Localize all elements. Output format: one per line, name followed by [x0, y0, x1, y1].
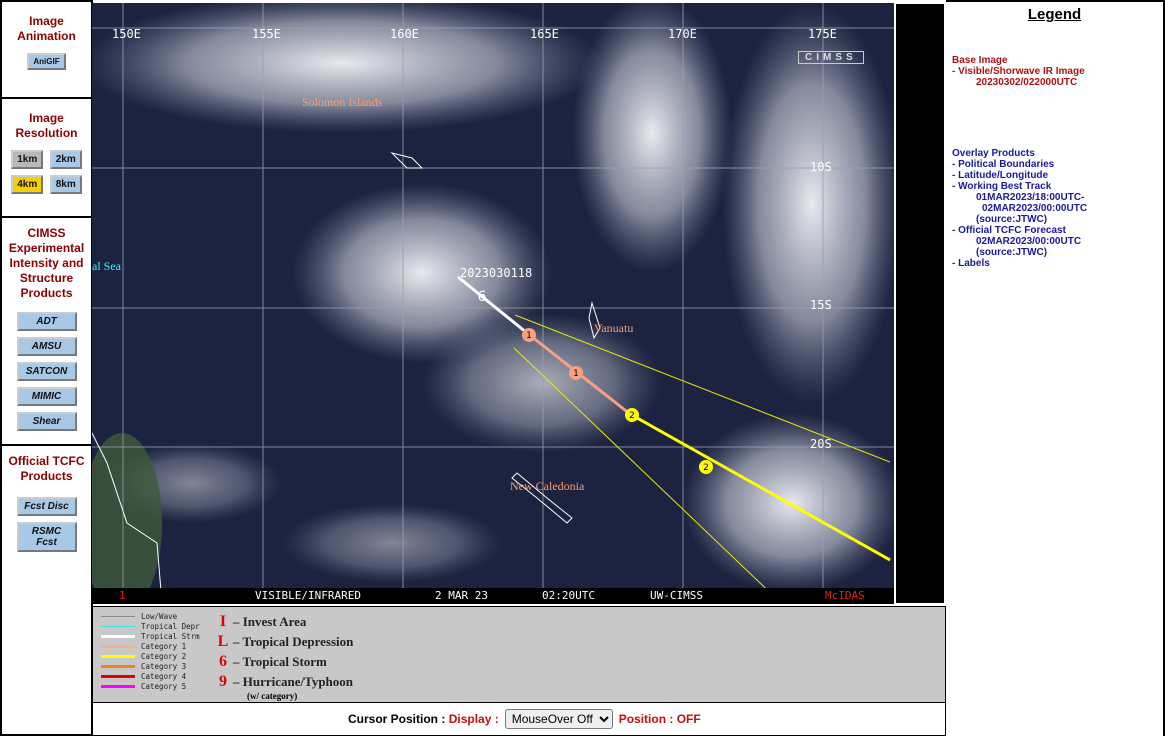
lon-label: 170E [668, 27, 697, 41]
place-label: Vanuatu [594, 321, 634, 335]
res-4km-button[interactable]: 4km [11, 175, 44, 194]
base-heading: Base Image [952, 55, 1008, 66]
base-item: - Visible/Shorwave IR Image [952, 66, 1085, 77]
category-note: (w/ category) [247, 691, 298, 701]
res-8km-button[interactable]: 8km [49, 175, 82, 194]
section-title: Image Resolution [15, 111, 78, 140]
line-swatch [101, 685, 135, 688]
official-section: Official TCFC Products Fcst Disc RSMC Fc… [2, 446, 91, 555]
overlay-item: - Working Best Track [952, 181, 1052, 192]
fcst-disc-button[interactable]: Fcst Disc [16, 497, 77, 516]
line-swatch [101, 655, 135, 658]
res-2km-button[interactable]: 2km [49, 150, 82, 169]
lon-label: 165E [530, 27, 559, 41]
left-panel: Image Animation AniGIF Image Resolution … [0, 0, 93, 736]
line-swatch [101, 645, 135, 648]
lon-label: 175E [808, 27, 837, 41]
legend-line-item: Category 1 [101, 642, 186, 651]
legend-hurricane: 9– Hurricane/Typhoon [213, 673, 353, 691]
legend-td: L – Tropical Depression [213, 633, 354, 651]
line-swatch [101, 635, 135, 638]
legend-line-item: Tropical Depr [101, 622, 200, 631]
track-time-label: 2023030118 [460, 266, 533, 280]
overlay-item: - Official TCFC Forecast [952, 225, 1066, 236]
overlay-item: (source:JTWC) [976, 247, 1048, 258]
lon-label: 160E [390, 27, 419, 41]
track-point-cat: 1 [573, 369, 579, 379]
mimic-button[interactable]: MIMIC [16, 387, 77, 406]
display-select[interactable]: MouseOver Off [504, 709, 613, 729]
place-label: al Sea [92, 259, 121, 273]
animation-section: Image Animation AniGIF [2, 2, 91, 99]
overlay-item: 02MAR2023/00:00UTC [982, 203, 1088, 214]
mcidas-label: McIDAS [825, 589, 865, 602]
status-bar: 1 VISIBLE/INFRARED 2 MAR 23 02:20UTC UW-… [92, 589, 894, 604]
overlay-item: (source:JTWC) [976, 214, 1048, 225]
anigif-button[interactable]: AniGIF [27, 53, 66, 70]
amsu-button[interactable]: AMSU [16, 337, 77, 356]
resolution-section: Image Resolution 1km 2km 4km 8km [2, 99, 91, 218]
overlay-item: - Labels [952, 258, 990, 269]
track-point-cat: 1 [526, 331, 532, 341]
legend-invest: I – Invest Area [213, 613, 307, 631]
map-graphics: 6 1 1 2 2 [92, 3, 894, 604]
cursor-bar: Cursor Position : Display : MouseOver Of… [92, 703, 946, 736]
res-1km-button[interactable]: 1km [11, 150, 44, 169]
legend-line-item: Category 3 [101, 662, 186, 671]
cimss-section: CIMSS Experimental Intensity and Structu… [2, 218, 91, 446]
legend-title: Legend [1027, 6, 1082, 23]
ts-symbol-icon: 6 [478, 289, 487, 305]
section-title: CIMSS Experimental Intensity and Structu… [8, 226, 85, 300]
track-legend: Low/Wave Tropical Depr Tropical Strm Catego… [92, 606, 946, 703]
overlay-item: 02MAR2023/00:00UTC [976, 236, 1082, 247]
lon-label: 155E [252, 27, 281, 41]
track-point-cat: 2 [703, 463, 709, 473]
adt-button[interactable]: ADT [16, 312, 77, 331]
track-point-cat: 2 [629, 411, 635, 421]
cimss-logo: CIMSS [798, 51, 864, 64]
place-label: New Caledonia [510, 479, 585, 493]
overlay-heading: Overlay Products [952, 148, 1035, 159]
lon-label: 150E [112, 27, 141, 41]
legend-line-item: Low/Wave [101, 612, 177, 621]
legend-panel: Legend Base Image - Visible/Shorwave IR … [946, 0, 1165, 736]
shear-button[interactable]: Shear [16, 412, 77, 431]
lat-label: 15S [810, 298, 832, 312]
rsmc-fcst-button[interactable]: RSMC Fcst [16, 522, 77, 552]
section-title: Image Animation [17, 14, 76, 43]
depression-icon: L [217, 633, 229, 650]
display-label: Display : [448, 712, 499, 726]
line-swatch [101, 616, 135, 617]
hurricane-icon: 9 [219, 673, 227, 690]
satcon-button[interactable]: SATCON [16, 362, 77, 381]
legend-line-item: Category 4 [101, 672, 186, 681]
legend-line-item: Category 5 [101, 682, 186, 691]
overlay-item: - Political Boundaries [952, 159, 1055, 170]
line-swatch [101, 626, 135, 627]
storm-icon: 6 [219, 653, 227, 670]
invest-icon: I [219, 613, 227, 630]
overlay-item: - Latitude/Longitude [952, 170, 1049, 181]
black-strip [895, 3, 945, 604]
legend-line-item: Tropical Strm [101, 632, 200, 641]
overlay-item: 01MAR2023/18:00UTC- [976, 192, 1085, 203]
position-label: Position : OFF [618, 712, 701, 726]
product-label: VISIBLE/INFRARED [255, 589, 361, 602]
frame-number: 1 [119, 589, 126, 602]
line-swatch [101, 665, 135, 668]
section-title: Official TCFC Products [8, 454, 85, 483]
legend-line-item: Category 2 [101, 652, 186, 661]
date-label: 2 MAR 23 [435, 589, 488, 602]
satellite-map[interactable]: 6 1 1 2 2 150E 155E 160E 165E 170E 175E … [92, 3, 894, 604]
legend-ts: 6– Tropical Storm [213, 653, 327, 671]
cursor-label: Cursor Position : [348, 712, 446, 726]
place-label: Solomon Islands [302, 95, 383, 109]
lat-label: 20S [810, 437, 832, 451]
source-label: UW-CIMSS [650, 589, 703, 602]
line-swatch [101, 675, 135, 678]
lat-label: 10S [810, 160, 832, 174]
base-time: 20230302/022000UTC [976, 77, 1078, 88]
time-label: 02:20UTC [542, 589, 595, 602]
